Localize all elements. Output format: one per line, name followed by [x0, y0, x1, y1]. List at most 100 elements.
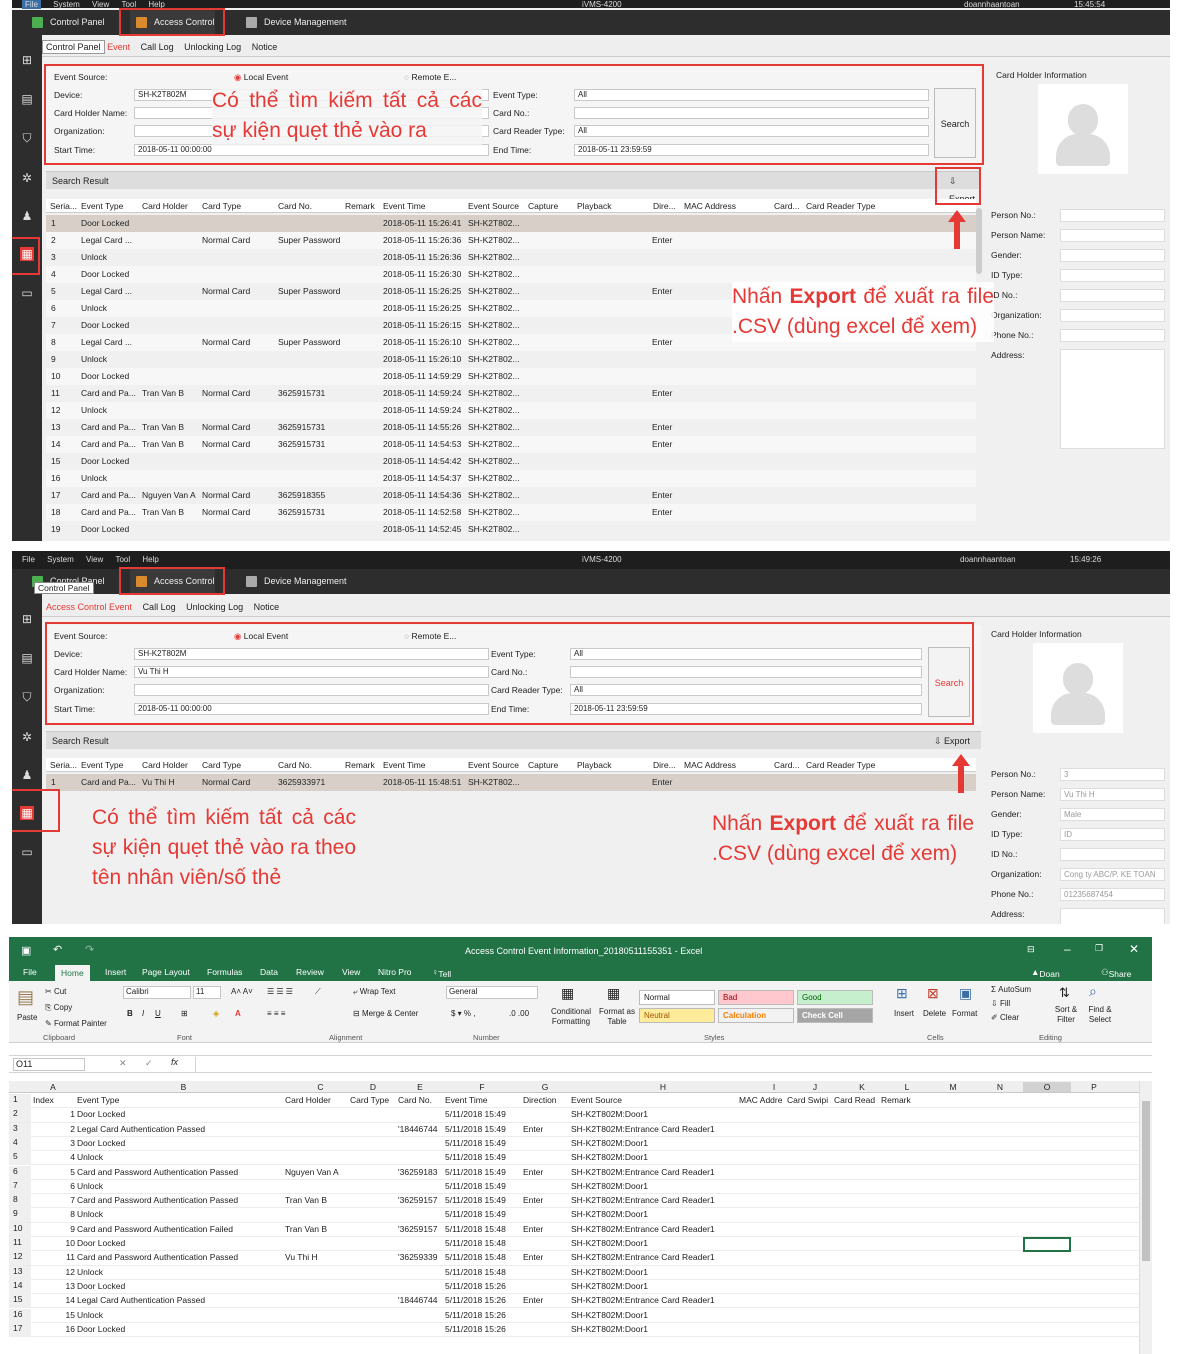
- sheet-cell[interactable]: Unlock: [77, 1152, 103, 1162]
- column-header[interactable]: Dire...: [653, 760, 676, 770]
- orientation-icon[interactable]: ⟋: [315, 987, 321, 997]
- sheet-cell[interactable]: Enter: [523, 1252, 543, 1262]
- close-icon[interactable]: ✕: [1129, 942, 1139, 956]
- table-row[interactable]: 1 Door Locked 2018-05-11 15:26:41 SH-K2T802…: [46, 215, 976, 232]
- table-row[interactable]: 17 Card and Pa... Nguyen Van A Normal Card 3…: [46, 487, 976, 504]
- sheet-cell[interactable]: Card Holder: [285, 1095, 331, 1105]
- gear-icon[interactable]: ✲: [20, 730, 34, 744]
- sheet-cell[interactable]: SH-K2T802M:Door1: [571, 1324, 648, 1334]
- table-row[interactable]: 3 Unlock 2018-05-11 15:26:36 SH-K2T802...: [46, 249, 976, 266]
- network-icon[interactable]: ⊞: [20, 612, 34, 626]
- sheet-cell[interactable]: 5/11/2018 15:49: [445, 1167, 523, 1177]
- tab-home[interactable]: Home: [55, 965, 90, 981]
- sheet-cell[interactable]: Card and Password Authentication Passed: [77, 1195, 238, 1205]
- message-icon[interactable]: ▭: [20, 845, 34, 859]
- scroll-thumb[interactable]: [1142, 1101, 1150, 1261]
- insert-cells-icon[interactable]: ⊞: [896, 985, 908, 1002]
- shield-icon[interactable]: ⛉: [20, 690, 34, 704]
- enter-icon[interactable]: ✓: [145, 1058, 153, 1069]
- sheet-cell[interactable]: SH-K2T802M:Entrance Card Reader1: [571, 1295, 715, 1305]
- column-header[interactable]: Seria...: [50, 201, 77, 211]
- merge-center-button[interactable]: ⊟ Merge & Center: [353, 1009, 418, 1018]
- autosum-button[interactable]: Σ AutoSum: [991, 985, 1031, 994]
- tab-insert[interactable]: Insert: [105, 967, 126, 977]
- sheet-cell[interactable]: SH-K2T802M:Door1: [571, 1109, 648, 1119]
- sheet-cell[interactable]: SH-K2T802M:Door1: [571, 1152, 648, 1162]
- table-row[interactable]: 11 Card and Pa... Tran Van B Normal Card 362…: [46, 385, 976, 402]
- tab-call-log[interactable]: Call Log: [139, 599, 180, 615]
- row-number[interactable]: 13: [9, 1265, 31, 1280]
- column-header[interactable]: Event Time: [383, 201, 426, 211]
- sheet-cell[interactable]: Card and Password Authentication Passed: [77, 1167, 238, 1177]
- row-number[interactable]: 5: [9, 1151, 31, 1166]
- person-icon[interactable]: ♟: [20, 209, 34, 223]
- menu-file[interactable]: File: [22, 555, 35, 564]
- column-header[interactable]: MAC Address: [684, 760, 736, 770]
- column-header[interactable]: K: [839, 1082, 885, 1092]
- sheet-cell[interactable]: MAC Addre: [739, 1095, 786, 1105]
- sheet-cell[interactable]: 6: [33, 1181, 77, 1191]
- menu-tool[interactable]: Tool: [115, 555, 130, 564]
- fill-button[interactable]: ⇩ Fill: [991, 999, 1010, 1008]
- sort-filter-button[interactable]: Sort & Filter: [1049, 1005, 1083, 1025]
- tab-unlocking-log[interactable]: Unlocking Log: [180, 39, 245, 55]
- sheet-cell[interactable]: Door Locked: [77, 1281, 125, 1291]
- column-header[interactable]: Event Time: [383, 760, 426, 770]
- grow-font-icon[interactable]: A˄ A˅: [231, 987, 253, 996]
- column-header[interactable]: Event Source: [468, 201, 519, 211]
- sheet-cell[interactable]: Door Locked: [77, 1138, 125, 1148]
- menu-system[interactable]: System: [53, 0, 80, 9]
- table-row[interactable]: 12 Unlock 2018-05-11 14:59:24 SH-K2T802...: [46, 402, 976, 419]
- sheet-cell[interactable]: Event Type: [77, 1095, 119, 1105]
- font-color-icon[interactable]: A: [235, 1009, 241, 1018]
- redo-icon[interactable]: ↷: [85, 943, 94, 956]
- format-cells-icon[interactable]: ▣: [959, 985, 972, 1002]
- column-header[interactable]: Card No.: [278, 760, 312, 770]
- row-number[interactable]: 2: [9, 1108, 31, 1123]
- clear-button[interactable]: ✐ Clear: [991, 1013, 1019, 1022]
- table-row[interactable]: 9 Unlock 2018-05-11 15:26:10 SH-K2T802...: [46, 351, 976, 368]
- column-header[interactable]: Event Source: [468, 760, 519, 770]
- sheet-cell[interactable]: Event Time: [445, 1095, 523, 1105]
- tab-data[interactable]: Data: [260, 967, 278, 977]
- sheet-cell[interactable]: 14: [33, 1295, 77, 1305]
- sheet-cell[interactable]: '18446744: [398, 1124, 444, 1134]
- share-button[interactable]: ⚇ Share: [1101, 967, 1131, 979]
- sheet-cell[interactable]: SH-K2T802M:Door1: [571, 1310, 648, 1320]
- find-icon[interactable]: ⌕: [1089, 983, 1097, 1000]
- column-header[interactable]: Dire...: [653, 201, 676, 211]
- person-card-icon[interactable]: ▤: [20, 92, 34, 106]
- sheet-cell[interactable]: Unlock: [77, 1181, 103, 1191]
- align-top-icon[interactable]: ☰ ☰ ☰: [267, 987, 293, 996]
- format-painter-button[interactable]: ✎ Format Painter: [45, 1019, 107, 1028]
- sheet-cell[interactable]: 5/11/2018 15:48: [445, 1252, 523, 1262]
- sheet-cell[interactable]: Tran Van B: [285, 1224, 327, 1234]
- sheet-cell[interactable]: 5/11/2018 15:48: [445, 1238, 523, 1248]
- sheet-cell[interactable]: SH-K2T802M:Door1: [571, 1209, 648, 1219]
- column-header[interactable]: Remark: [345, 760, 375, 770]
- table-row[interactable]: 14 Card and Pa... Tran Van B Normal Card 362…: [46, 436, 976, 453]
- name-box[interactable]: O11: [13, 1058, 85, 1071]
- sheet-cell[interactable]: 12: [33, 1267, 77, 1277]
- function-icon[interactable]: fx: [171, 1057, 178, 1067]
- column-header[interactable]: I: [757, 1082, 791, 1092]
- column-header[interactable]: Remark: [345, 201, 375, 211]
- table-scrollbar[interactable]: [976, 208, 982, 274]
- sheet-cell[interactable]: 5/11/2018 15:48: [445, 1224, 523, 1234]
- column-header[interactable]: N: [977, 1082, 1023, 1092]
- sheet-cell[interactable]: 5/11/2018 15:26: [445, 1295, 523, 1305]
- column-header[interactable]: B: [75, 1082, 292, 1092]
- style-good[interactable]: Good: [797, 990, 873, 1005]
- sheet-cell[interactable]: SH-K2T802M:Entrance Card Reader1: [571, 1195, 715, 1205]
- sheet-cell[interactable]: Enter: [523, 1167, 543, 1177]
- column-header[interactable]: Card No.: [278, 201, 312, 211]
- row-number[interactable]: 17: [9, 1322, 31, 1337]
- column-header[interactable]: Event Type: [81, 201, 123, 211]
- undo-icon[interactable]: ↶: [53, 943, 62, 956]
- column-header[interactable]: C: [292, 1082, 349, 1092]
- sheet-cell[interactable]: '36259157: [398, 1195, 444, 1205]
- sheet-cell[interactable]: SH-K2T802M:Entrance Card Reader1: [571, 1224, 715, 1234]
- format-as-table-button[interactable]: Format as Table: [597, 1007, 637, 1027]
- column-header[interactable]: H: [569, 1082, 757, 1092]
- sheet-cell[interactable]: 5/11/2018 15:49: [445, 1109, 523, 1119]
